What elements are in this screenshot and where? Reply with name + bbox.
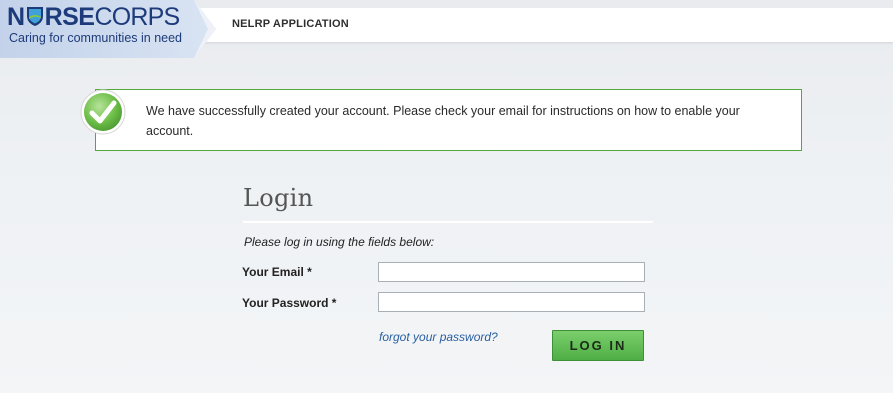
success-message: We have successfully created your accoun… xyxy=(95,89,802,151)
heading-divider xyxy=(243,221,653,223)
nursecorps-logo[interactable]: N RSECORPS Caring for communities in need xyxy=(0,0,216,58)
success-message-text: We have successfully created your accoun… xyxy=(146,104,740,138)
app-title: NELRP APPLICATION xyxy=(232,18,349,30)
login-heading: Login xyxy=(243,184,314,212)
email-field[interactable] xyxy=(378,262,645,282)
password-field[interactable] xyxy=(378,292,645,312)
logo-tagline: Caring for communities in need xyxy=(9,31,182,45)
password-label: Your Password * xyxy=(242,296,337,310)
login-instructions: Please log in using the fields below: xyxy=(244,235,435,249)
site-header: N RSECORPS Caring for communities in need… xyxy=(0,0,893,58)
email-label: Your Email * xyxy=(242,265,312,279)
logo-wordmark: N RSECORPS xyxy=(7,3,180,31)
login-button[interactable]: LOG IN xyxy=(552,330,644,361)
shield-icon xyxy=(26,7,43,26)
checkmark-icon xyxy=(80,89,126,135)
forgot-password-link[interactable]: forgot your password? xyxy=(379,330,498,344)
